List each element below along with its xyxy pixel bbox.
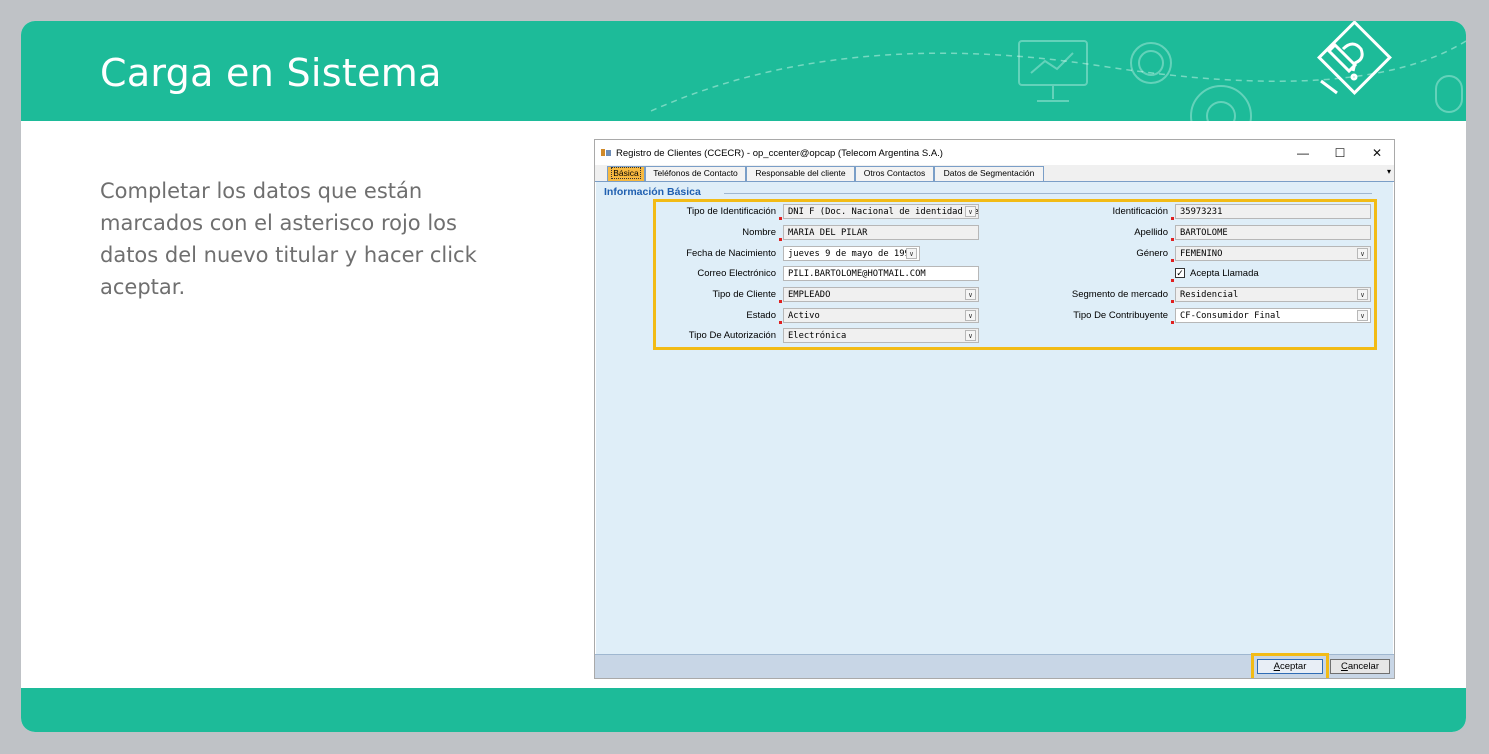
- cancelar-mnemonic: C: [1340, 661, 1348, 672]
- required-marker: [1171, 238, 1174, 241]
- required-marker: [779, 217, 782, 220]
- apellido-label: Apellido: [1134, 227, 1168, 238]
- correo-label: Correo Electrónico: [697, 268, 776, 279]
- instructions-text: Completar los datos que están marcados c…: [100, 179, 477, 299]
- segmento-select[interactable]: Residencial ∨: [1175, 287, 1371, 302]
- required-marker: [1171, 321, 1174, 324]
- tipo-identificacion-value: DNI F (Doc. Nacional de identidad Feme: [788, 207, 979, 217]
- acepta-llamada-checkbox[interactable]: ✓: [1175, 268, 1185, 278]
- maximize-icon[interactable]: ☐: [1325, 145, 1355, 161]
- aceptar-label: ceptar: [1279, 661, 1307, 672]
- identificacion-label: Identificación: [1112, 206, 1168, 217]
- segmento-value: Residencial: [1180, 290, 1239, 300]
- tab-otros-contactos[interactable]: Otros Contactos: [855, 166, 934, 181]
- tipo-cliente-label: Tipo de Cliente: [712, 289, 776, 300]
- nombre-label: Nombre: [742, 227, 776, 238]
- chevron-down-icon[interactable]: ∨: [965, 330, 976, 341]
- basic-info-panel: Información Básica Tipo de Identificació…: [596, 182, 1393, 654]
- genero-label: Género: [1136, 248, 1168, 259]
- section-divider: [724, 193, 1372, 194]
- estado-label: Estado: [746, 310, 776, 321]
- tab-telefonos[interactable]: Teléfonos de Contacto: [645, 166, 746, 181]
- estado-select[interactable]: Activo ∨: [783, 308, 979, 323]
- required-marker: [779, 238, 782, 241]
- segmento-label: Segmento de mercado: [1071, 289, 1168, 300]
- edit-document-icon: [1317, 21, 1392, 95]
- cancelar-button[interactable]: Cancelar: [1330, 659, 1390, 674]
- fecha-nacimiento-picker[interactable]: jueves 9 de mayo de 1991 ∨: [783, 246, 920, 261]
- header-decoration-icons: [650, 21, 1466, 121]
- close-icon[interactable]: ✕: [1362, 145, 1392, 161]
- slide-title: Carga en Sistema: [100, 51, 442, 95]
- chevron-down-icon[interactable]: ∨: [906, 248, 917, 259]
- fecha-nacimiento-label: Fecha de Nacimiento: [686, 248, 776, 259]
- chevron-down-icon[interactable]: ∨: [965, 206, 976, 217]
- tipo-autorizacion-select[interactable]: Electrónica ∨: [783, 328, 979, 343]
- required-marker: [1171, 259, 1174, 262]
- tab-basica[interactable]: Básica: [607, 166, 645, 181]
- window-title: Registro de Clientes (CCECR) - op_ccente…: [616, 148, 943, 159]
- tipo-autorizacion-label: Tipo De Autorización: [688, 330, 776, 341]
- cancelar-label: ancelar: [1347, 661, 1380, 672]
- aceptar-button[interactable]: Aceptar: [1257, 659, 1323, 674]
- required-marker: [1171, 279, 1174, 282]
- minimize-icon[interactable]: —: [1288, 145, 1318, 161]
- tipo-contribuyente-select[interactable]: CF-Consumidor Final ∨: [1175, 308, 1371, 323]
- slide: Carga en Sistema Completar los datos que…: [21, 21, 1466, 732]
- tab-bar: Básica Teléfonos de Contacto Responsable…: [595, 165, 1394, 182]
- tipo-contribuyente-label: Tipo De Contribuyente: [1073, 310, 1168, 321]
- chevron-down-icon[interactable]: ∨: [1357, 310, 1368, 321]
- tab-responsable[interactable]: Responsable del cliente: [746, 166, 855, 181]
- app-icon: [601, 149, 611, 156]
- required-marker: [1171, 217, 1174, 220]
- tab-basica-label: Básica: [611, 167, 641, 179]
- client-registration-window: Registro de Clientes (CCECR) - op_ccente…: [594, 139, 1395, 679]
- tipo-identificacion-select[interactable]: DNI F (Doc. Nacional de identidad Feme ∨: [783, 204, 979, 219]
- estado-value: Activo: [788, 311, 820, 321]
- apellido-input[interactable]: BARTOLOME: [1175, 225, 1371, 240]
- genero-select[interactable]: FEMENINO ∨: [1175, 246, 1371, 261]
- tipo-contribuyente-value: CF-Consumidor Final: [1180, 311, 1281, 321]
- identificacion-input[interactable]: 35973231: [1175, 204, 1371, 219]
- correo-input[interactable]: PILI.BARTOLOME@HOTMAIL.COM: [783, 266, 979, 281]
- tipo-cliente-value: EMPLEADO: [788, 290, 831, 300]
- chevron-down-icon[interactable]: ∨: [1357, 289, 1368, 300]
- slide-header: Carga en Sistema: [21, 21, 1466, 121]
- tipo-identificacion-label: Tipo de Identificación: [686, 206, 776, 217]
- required-marker: [1171, 300, 1174, 303]
- acepta-llamada-label: Acepta Llamada: [1190, 268, 1259, 279]
- tabs-overflow-icon[interactable]: ▾: [1387, 167, 1391, 176]
- fecha-nacimiento-value: jueves 9 de mayo de 1991: [788, 249, 916, 259]
- required-marker: [779, 321, 782, 324]
- tipo-cliente-select[interactable]: EMPLEADO ∨: [783, 287, 979, 302]
- chevron-down-icon[interactable]: ∨: [1357, 248, 1368, 259]
- chevron-down-icon[interactable]: ∨: [965, 310, 976, 321]
- slide-footer: [21, 688, 1466, 732]
- tab-segmentacion[interactable]: Datos de Segmentación: [934, 166, 1044, 181]
- tipo-autorizacion-value: Electrónica: [788, 331, 847, 341]
- window-titlebar: Registro de Clientes (CCECR) - op_ccente…: [595, 140, 1394, 165]
- genero-value: FEMENINO: [1180, 249, 1223, 259]
- chevron-down-icon[interactable]: ∨: [965, 289, 976, 300]
- section-title: Información Básica: [604, 186, 701, 198]
- window-button-bar: Aceptar Cancelar: [595, 653, 1394, 678]
- nombre-input[interactable]: MARIA DEL PILAR: [783, 225, 979, 240]
- required-marker: [779, 300, 782, 303]
